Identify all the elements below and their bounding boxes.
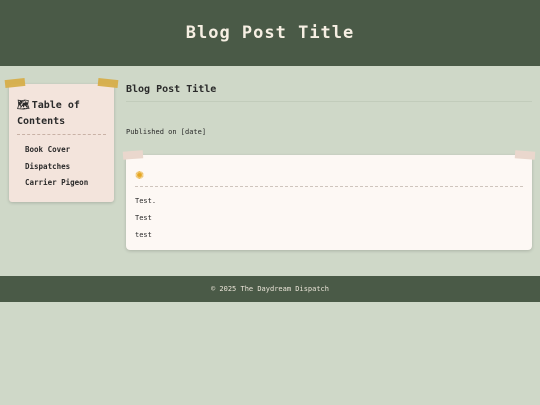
main-content: Blog Post Title Published on [date] ✺ Te… (122, 84, 536, 250)
footer-copyright: © 2025 The Daydream Dispatch (210, 285, 329, 293)
post-line: Test. (135, 197, 157, 205)
site-header: Blog Post Title (0, 0, 540, 66)
tape-decoration (4, 77, 26, 89)
toc-item-book-cover[interactable]: Book Cover (25, 142, 106, 159)
post-card: ✺ Test. Test test (122, 150, 536, 250)
published-date: Published on [date] (126, 128, 207, 136)
sun-icon: ✺ (135, 169, 145, 182)
tape-decoration (122, 150, 144, 160)
toc-item-carrier-pigeon[interactable]: Carrier Pigeon (25, 175, 106, 192)
map-icon: 🗺 (17, 100, 30, 111)
toc-heading: 🗺 Table of Contents (17, 98, 106, 135)
table-of-contents: 🗺 Table of Contents Book Cover Dispatches… (4, 77, 119, 202)
site-footer: © 2025 The Daydream Dispatch (0, 276, 540, 302)
site-title: Blog Post Title (185, 23, 355, 43)
post-title: Blog Post Title (126, 84, 532, 102)
post-line: test (135, 231, 152, 239)
post-line: Test (135, 214, 152, 222)
tape-decoration (514, 150, 536, 160)
toc-list: Book Cover Dispatches Carrier Pigeon (17, 142, 106, 192)
toc-item-dispatches[interactable]: Dispatches (25, 159, 106, 176)
tape-decoration (97, 77, 119, 89)
card-divider (135, 186, 523, 187)
